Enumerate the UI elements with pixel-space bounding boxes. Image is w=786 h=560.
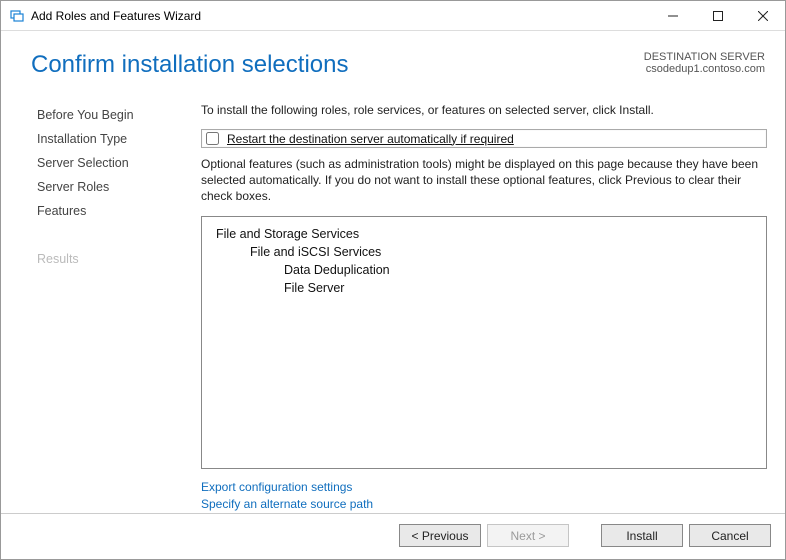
nav-before-you-begin[interactable]: Before You Begin [1,103,181,127]
main-panel: To install the following roles, role ser… [181,85,785,513]
titlebar: Add Roles and Features Wizard [1,1,785,31]
feature-item: Data Deduplication [284,263,752,277]
page-title: Confirm installation selections [31,51,644,79]
feature-item: File and Storage Services [216,227,752,241]
restart-label[interactable]: Restart the destination server automatic… [227,132,514,146]
features-box: File and Storage Services File and iSCSI… [201,216,767,469]
nav-results: Results [1,247,181,271]
nav-server-selection[interactable]: Server Selection [1,151,181,175]
window-title: Add Roles and Features Wizard [31,9,650,23]
intro-text: To install the following roles, role ser… [201,103,767,117]
close-button[interactable] [740,1,785,31]
links: Export configuration settings Specify an… [201,479,767,513]
nav-features[interactable]: Features [1,199,181,223]
previous-button[interactable]: < Previous [399,524,481,547]
nav-confirmation[interactable]: Confirmation [1,223,181,247]
feature-item: File and iSCSI Services [250,245,752,259]
feature-item: File Server [284,281,752,295]
destination-server: csodedup1.contoso.com [644,63,765,75]
next-button: Next > [487,524,569,547]
install-button[interactable]: Install [601,524,683,547]
header: Confirm installation selections DESTINAT… [1,31,785,85]
minimize-button[interactable] [650,1,695,31]
optional-note: Optional features (such as administratio… [201,156,767,204]
restart-checkbox[interactable] [206,132,219,145]
wizard-nav: Before You Begin Installation Type Serve… [1,85,181,513]
destination-box: DESTINATION SERVER csodedup1.contoso.com [644,51,765,75]
destination-label: DESTINATION SERVER [644,51,765,63]
maximize-button[interactable] [695,1,740,31]
button-gap [575,524,595,547]
nav-server-roles[interactable]: Server Roles [1,175,181,199]
app-icon [9,8,25,24]
restart-row[interactable]: Restart the destination server automatic… [201,129,767,148]
cancel-button[interactable]: Cancel [689,524,771,547]
footer: < Previous Next > Install Cancel [1,513,785,559]
export-settings-link[interactable]: Export configuration settings [201,479,767,496]
alternate-source-link[interactable]: Specify an alternate source path [201,496,767,513]
window-controls [650,1,785,31]
nav-installation-type[interactable]: Installation Type [1,127,181,151]
